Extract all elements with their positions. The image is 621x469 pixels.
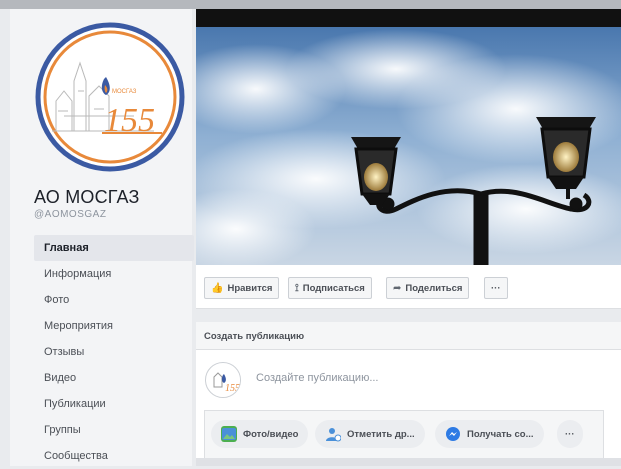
nav-item-reviews[interactable]: Отзывы [34,339,194,365]
street-lamp-image [196,9,621,265]
nav-item-events[interactable]: Мероприятия [34,313,194,339]
create-post-panel: 155 Создайте публикацию... Фото/видео От… [196,350,621,466]
nav-item-communities[interactable]: Сообщества [34,443,194,469]
mosgaz-avatar-icon: 155 [207,364,240,397]
page-sidebar: МОСГАЗ 155 АО МОСГАЗ @AOMOSGAZ Главная И… [10,9,194,469]
page-handle[interactable]: @AOMOSGAZ [34,209,106,220]
nav-item-groups[interactable]: Группы [34,417,194,443]
composer-input[interactable]: Создайте публикацию... [256,372,379,384]
create-post-header: Создать публикацию [196,322,621,350]
nav-item-posts[interactable]: Публикации [34,391,194,417]
nav-item-photos[interactable]: Фото [34,287,194,313]
page-title: АО МОСГАЗ [34,187,140,207]
like-label: Нравится [227,282,273,294]
feed-divider [196,458,621,466]
share-button[interactable]: ➦ Поделиться [386,277,470,299]
page-action-bar: 👍 Нравится ⟟ Подписаться ➦ Поделиться ··… [196,265,621,309]
nav-item-home[interactable]: Главная [34,235,194,261]
more-label: ··· [491,282,501,294]
get-messages-label: Получать со... [467,428,534,440]
composer-actions: Фото/видео Отметить др... Получать со...… [204,410,604,460]
messenger-icon [445,426,461,442]
get-messages-button[interactable]: Получать со... [435,420,544,448]
cover-photo[interactable] [196,9,621,265]
svg-text:МОСГАЗ: МОСГАЗ [112,89,137,95]
page-avatar: 155 [205,362,241,398]
share-label: Поделиться [405,282,463,294]
nav-item-videos[interactable]: Видео [34,365,194,391]
tag-friends-button[interactable]: Отметить др... [315,420,425,448]
follow-label: Подписаться [302,282,365,294]
photo-icon [221,426,237,442]
photo-video-button[interactable]: Фото/видео [211,420,309,448]
follow-button[interactable]: ⟟ Подписаться [288,277,372,299]
share-icon: ➦ [393,282,402,294]
create-post-title: Создать публикацию [204,331,305,342]
nav-item-info[interactable]: Информация [34,261,194,287]
tag-people-icon [325,426,342,442]
tag-friends-label: Отметить др... [347,428,415,440]
top-bar [0,0,621,9]
rss-icon: ⟟ [295,282,299,294]
like-button[interactable]: 👍 Нравится [204,277,280,299]
thumbs-up-icon: 👍 [211,282,224,294]
photo-video-label: Фото/видео [243,428,299,440]
page-logo[interactable]: МОСГАЗ 155 [34,21,186,173]
svg-text:155: 155 [225,383,240,394]
composer-more-button[interactable]: ··· [557,420,583,448]
composer-more-label: ··· [565,428,575,440]
mosgaz-logo-icon: МОСГАЗ 155 [35,22,185,172]
more-button[interactable]: ··· [484,277,508,299]
page-nav: Главная Информация Фото Мероприятия Отзы… [34,235,194,469]
